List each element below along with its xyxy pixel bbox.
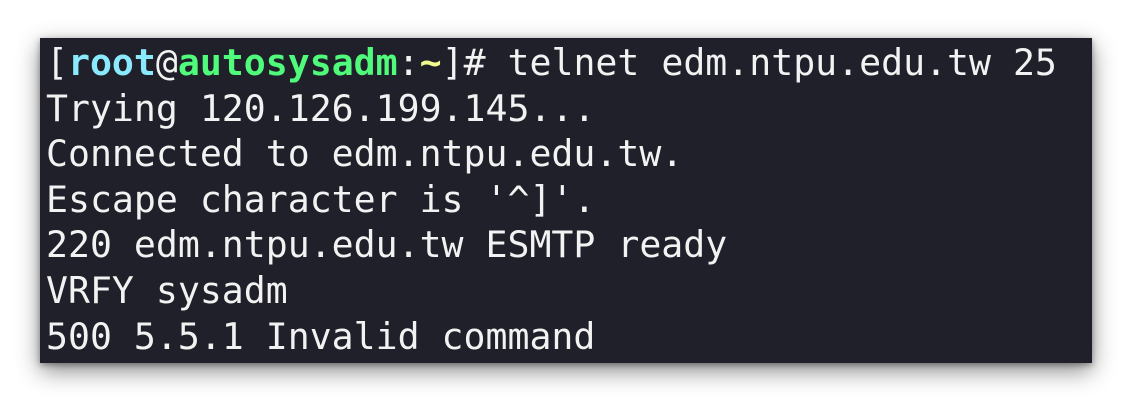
- output-line: Escape character is '^]'.: [46, 177, 596, 221]
- prompt-user: root: [67, 41, 156, 84]
- command-line: [root@autosysadm:~]# telnet edm.ntpu.edu…: [46, 40, 1092, 86]
- output-line: 220 edm.ntpu.edu.tw ESMTP ready: [46, 223, 728, 267]
- output-line: VRFY sysadm: [46, 268, 288, 312]
- output-line: Connected to edm.ntpu.edu.tw.: [46, 132, 684, 176]
- prompt-at: @: [155, 41, 178, 84]
- command-text: telnet edm.ntpu.edu.tw 25: [507, 41, 1057, 84]
- prompt-open-bracket: [: [46, 41, 68, 84]
- prompt-close: ]#: [441, 41, 508, 84]
- prompt-colon: :: [397, 41, 420, 84]
- output-line: 500 5.5.1 Invalid command: [46, 314, 596, 358]
- screenshot-canvas: [root@autosysadm:~]# telnet edm.ntpu.edu…: [0, 0, 1132, 404]
- prompt-host: autosysadm: [177, 41, 398, 84]
- prompt-path: ~: [419, 41, 442, 84]
- output-line: Trying 120.126.199.145...: [46, 86, 596, 130]
- terminal-window[interactable]: [root@autosysadm:~]# telnet edm.ntpu.edu…: [40, 38, 1092, 363]
